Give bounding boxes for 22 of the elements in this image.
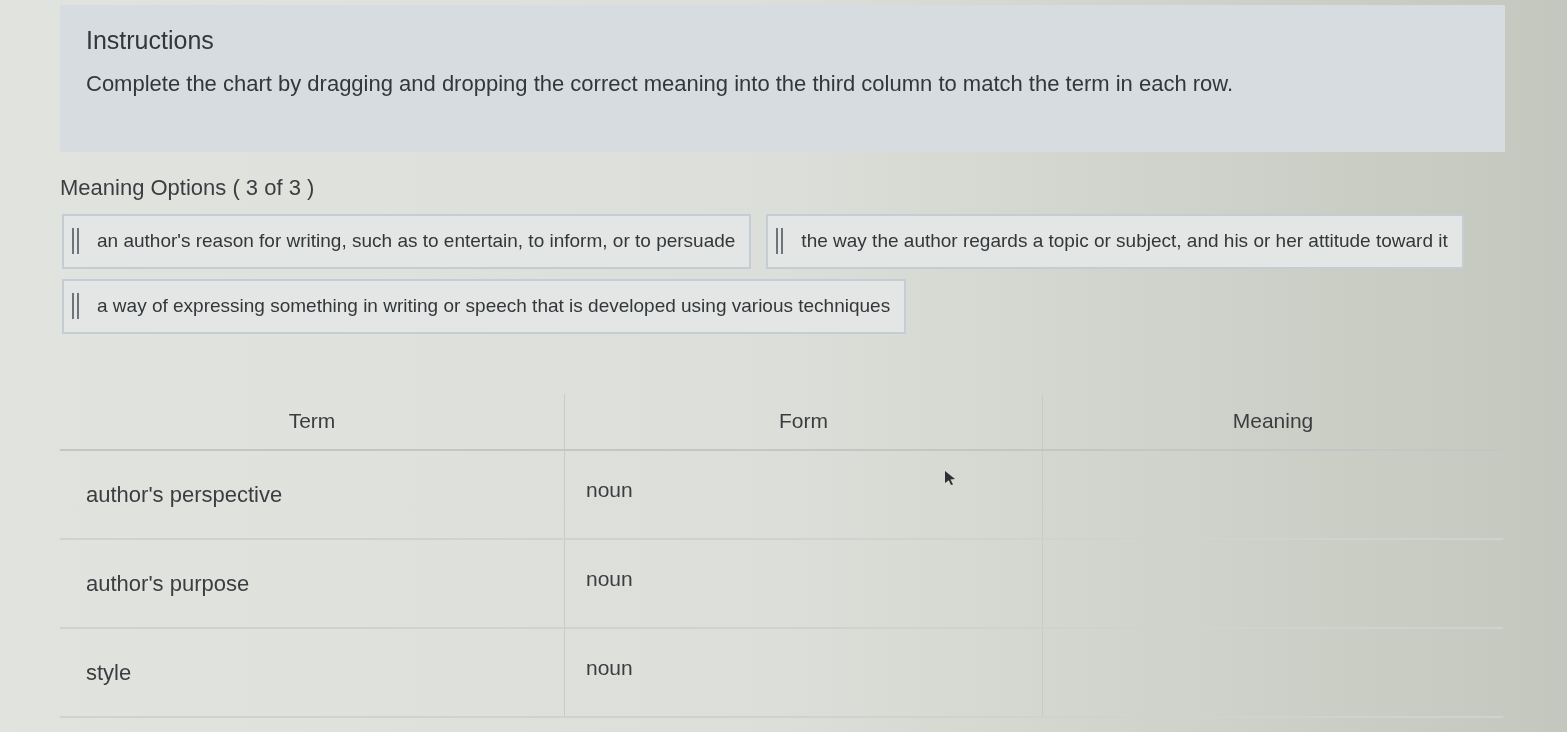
term-cell-text: author's purpose bbox=[86, 569, 250, 598]
column-header: Term bbox=[288, 408, 336, 435]
instructions-title: Instructions bbox=[86, 25, 214, 56]
form-cell-text: noun bbox=[586, 655, 633, 682]
column-header: Form bbox=[779, 408, 828, 435]
option-text: an author's reason for writing, such as to entertain, to inform, or to persuade bbox=[97, 228, 736, 253]
meaning-option-card[interactable]: the way the author regards a topic or subject, and his or her attitude toward it bbox=[766, 213, 1464, 269]
mouse-cursor-icon bbox=[945, 470, 955, 485]
meaning-option-card[interactable]: an author's reason for writing, such as to entertain, to inform, or to persuade bbox=[62, 213, 752, 269]
instructions-text: Complete the chart by dragging and dropping the correct meaning into the third column to match the term in each row. bbox=[86, 70, 1234, 98]
column-header: Meaning bbox=[1232, 408, 1314, 435]
option-text: the way the author regards a topic or subject, and his or her attitude toward it bbox=[801, 228, 1448, 253]
term-cell-text: style bbox=[86, 658, 132, 687]
form-cell-text: noun bbox=[586, 566, 633, 593]
options-heading: Meaning Options ( 3 of 3 ) bbox=[60, 174, 315, 202]
meaning-option-card[interactable]: a way of expressing something in writing or speech that is developed using various techniques bbox=[62, 278, 907, 334]
term-cell-text: author's perspective bbox=[86, 480, 283, 509]
form-cell-text: noun bbox=[586, 477, 633, 504]
option-text: a way of expressing something in writing or speech that is developed using various techniques bbox=[97, 293, 891, 318]
drag-handle-icon[interactable] bbox=[776, 228, 784, 254]
drag-handle-icon[interactable] bbox=[72, 228, 79, 254]
drag-handle-icon[interactable] bbox=[72, 293, 79, 319]
